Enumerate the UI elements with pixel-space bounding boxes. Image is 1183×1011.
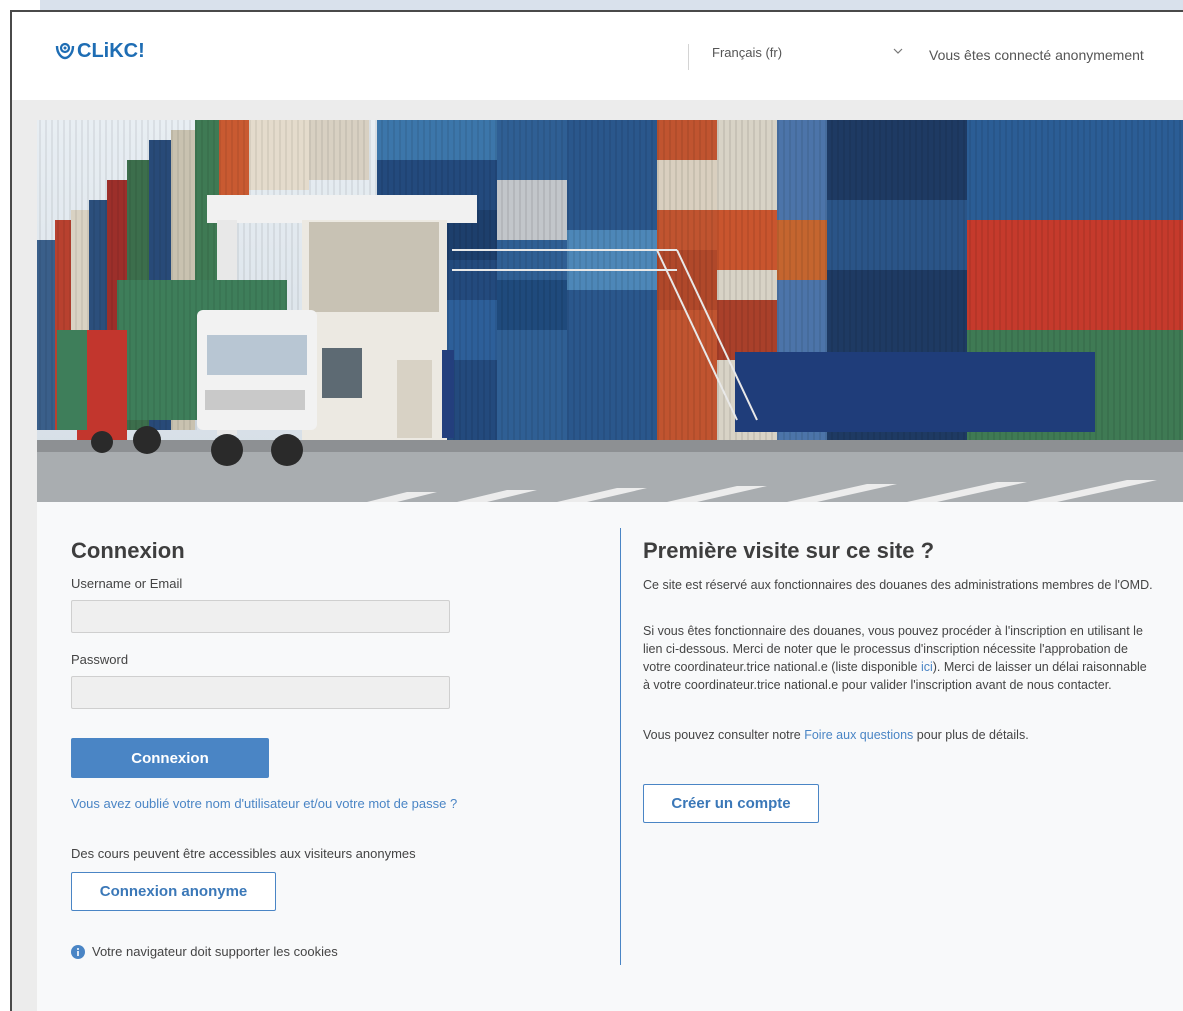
login-button[interactable]: Connexion xyxy=(71,738,269,778)
site-logo[interactable]: CLiKC! xyxy=(54,36,145,66)
page-frame: CLiKC! Français (fr) Vous êtes connecté … xyxy=(10,10,1183,1011)
browser-top-strip xyxy=(40,0,1183,10)
first-visit-title: Première visite sur ce site ? xyxy=(643,538,935,563)
clikc-logo-icon xyxy=(55,42,75,60)
anonymous-access-note: Des cours peuvent être accessibles aux v… xyxy=(71,846,416,861)
info-icon xyxy=(71,944,85,959)
faq-text-end: pour plus de détails. xyxy=(913,728,1029,742)
anonymous-login-button[interactable]: Connexion anonyme xyxy=(71,872,276,911)
login-title: Connexion xyxy=(71,538,185,563)
faq-text-start: Vous pouvez consulter notre xyxy=(643,728,805,742)
password-label: Password xyxy=(71,652,129,667)
cookie-notice-text: Votre navigateur doit supporter les cook… xyxy=(92,944,338,959)
username-label: Username or Email xyxy=(71,576,183,591)
create-account-button[interactable]: Créer un compte xyxy=(643,784,819,823)
header-divider xyxy=(688,44,689,70)
language-selected: Français (fr) xyxy=(712,45,783,60)
logo-text: CLiKC! xyxy=(77,39,145,62)
first-visit-registration-text: Si vous êtes fonctionnaire des douanes, … xyxy=(643,622,1155,694)
main-content: Connexion Username or Email Password Con… xyxy=(37,120,1183,1011)
login-status-text: Vous êtes connecté anonymement xyxy=(929,47,1144,63)
faq-link[interactable]: Foire aux questions xyxy=(804,728,913,742)
language-dropdown[interactable]: Français (fr) xyxy=(712,44,912,64)
hero-image xyxy=(37,120,1183,502)
first-visit-intro: Ce site est réservé aux fonctionnaires d… xyxy=(643,578,1153,592)
column-divider xyxy=(620,528,621,965)
chevron-down-icon xyxy=(893,48,903,54)
password-input[interactable] xyxy=(71,676,450,709)
faq-text: Vous pouvez consulter notre Foire aux qu… xyxy=(643,726,1155,744)
cookie-notice: Votre navigateur doit supporter les cook… xyxy=(71,944,338,959)
forgot-password-link[interactable]: Vous avez oublié votre nom d'utilisateur… xyxy=(71,796,457,811)
username-input[interactable] xyxy=(71,600,450,633)
site-header: CLiKC! Français (fr) Vous êtes connecté … xyxy=(12,12,1183,100)
coordinators-list-link[interactable]: ici xyxy=(921,660,933,674)
